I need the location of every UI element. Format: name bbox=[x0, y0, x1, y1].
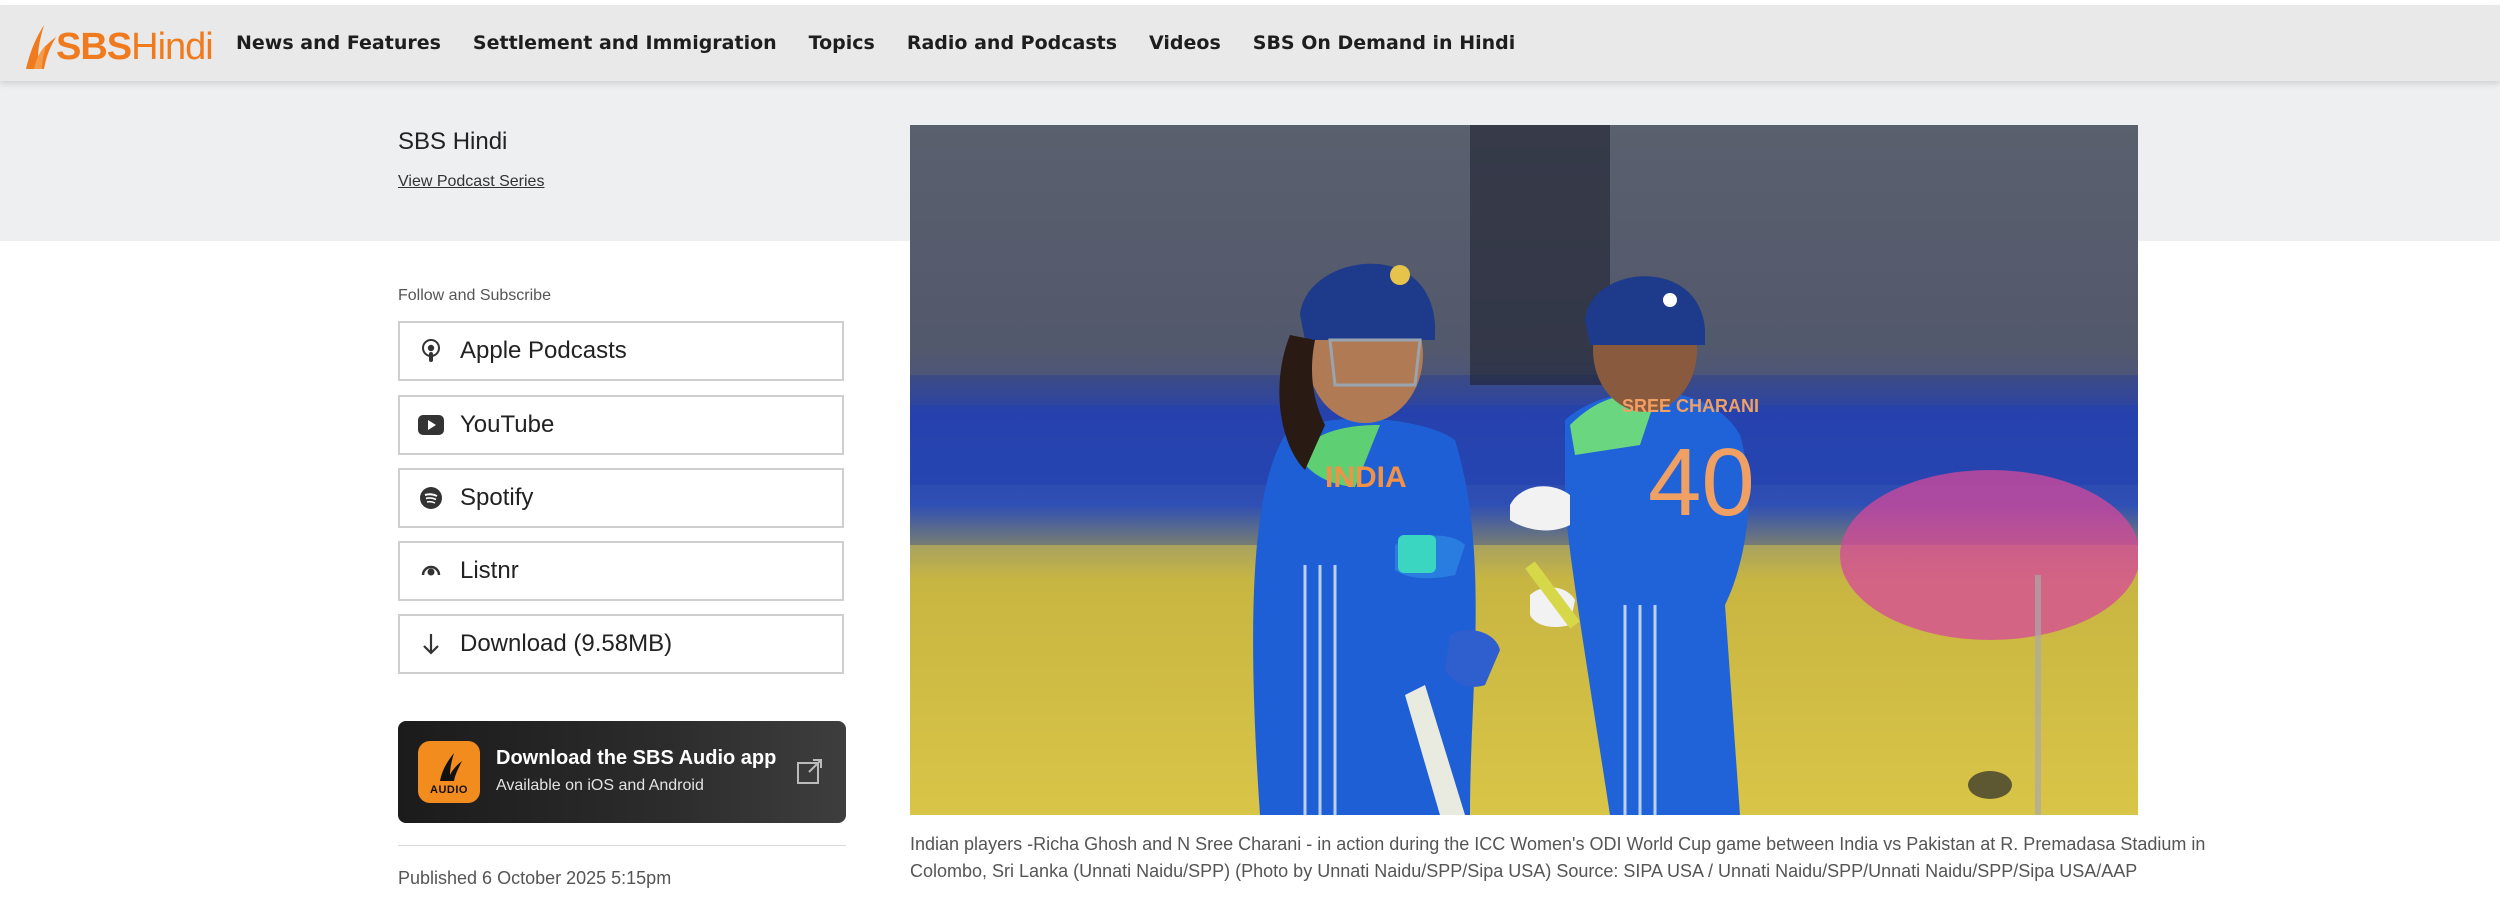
sbs-flame-icon bbox=[26, 25, 56, 69]
jersey-text-name: SREE CHARANI bbox=[1622, 396, 1759, 416]
sbs-audio-app-icon: AUDIO bbox=[418, 741, 480, 803]
download-label: Download (9.58MB) bbox=[460, 630, 673, 657]
nav-topics[interactable]: Topics bbox=[809, 32, 875, 54]
published-date: Published 6 October 2025 5:15pm bbox=[398, 868, 672, 888]
series-title: SBS Hindi bbox=[398, 128, 508, 155]
article-hero-image: INDIA SREE CHARANI 40 bbox=[910, 125, 2138, 815]
nav-videos[interactable]: Videos bbox=[1149, 32, 1221, 54]
logo-wordmark: SBSHindi bbox=[56, 26, 214, 68]
youtube-button[interactable]: YouTube bbox=[398, 395, 844, 455]
sbs-hindi-logo[interactable]: SBSHindi bbox=[24, 23, 214, 71]
download-audio-button[interactable]: Download (9.58MB) bbox=[398, 614, 844, 674]
apple-podcasts-button[interactable]: Apple Podcasts bbox=[398, 321, 844, 381]
sidebar-divider bbox=[398, 845, 846, 846]
youtube-label: YouTube bbox=[460, 411, 555, 438]
spotify-label: Spotify bbox=[460, 484, 534, 511]
jersey-text-india: INDIA bbox=[1325, 461, 1407, 494]
spotify-icon bbox=[418, 485, 444, 511]
listnr-button[interactable]: Listnr bbox=[398, 541, 844, 601]
nav-settlement-and-immigration[interactable]: Settlement and Immigration bbox=[473, 32, 777, 54]
view-podcast-series-link[interactable]: View Podcast Series bbox=[398, 173, 544, 191]
jersey-number: 40 bbox=[1648, 429, 1755, 536]
listnr-icon bbox=[418, 558, 444, 584]
nav-sbs-on-demand[interactable]: SBS On Demand in Hindi bbox=[1253, 32, 1515, 54]
youtube-icon bbox=[418, 412, 444, 438]
app-promo-subtitle: Available on iOS and Android bbox=[496, 777, 704, 794]
site-header: SBSHindi News and Features Settlement an… bbox=[0, 5, 2500, 81]
listnr-label: Listnr bbox=[460, 557, 519, 584]
spotify-button[interactable]: Spotify bbox=[398, 468, 844, 528]
sbs-audio-app-promo[interactable]: AUDIO Download the SBS Audio app Availab… bbox=[398, 721, 846, 823]
nav-news-and-features[interactable]: News and Features bbox=[236, 32, 441, 54]
cricket-players-photo: INDIA SREE CHARANI 40 bbox=[910, 125, 2138, 815]
app-promo-title: Download the SBS Audio app bbox=[496, 747, 777, 769]
external-link-icon bbox=[797, 759, 822, 784]
main-nav: News and Features Settlement and Immigra… bbox=[236, 5, 1547, 81]
image-caption: Indian players -Richa Ghosh and N Sree C… bbox=[910, 834, 2206, 881]
follow-subscribe-heading: Follow and Subscribe bbox=[398, 287, 551, 304]
nav-radio-and-podcasts[interactable]: Radio and Podcasts bbox=[907, 32, 1117, 54]
podcast-icon bbox=[418, 338, 444, 364]
apple-podcasts-label: Apple Podcasts bbox=[460, 337, 627, 364]
download-icon bbox=[418, 631, 444, 657]
